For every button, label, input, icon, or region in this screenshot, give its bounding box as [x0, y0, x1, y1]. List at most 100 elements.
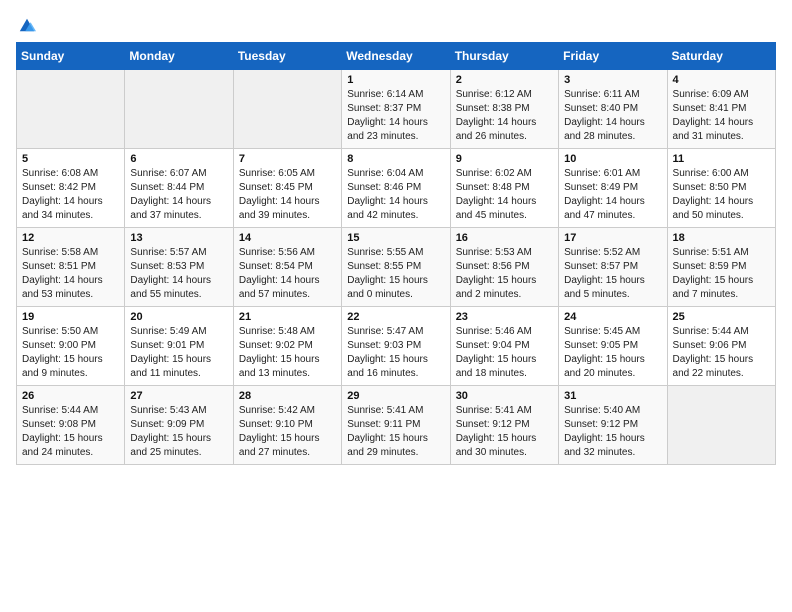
calendar-cell: 13 Sunrise: 5:57 AMSunset: 8:53 PMDayligh…	[125, 228, 233, 307]
column-header-friday: Friday	[559, 43, 667, 70]
calendar-cell: 27 Sunrise: 5:43 AMSunset: 9:09 PMDayligh…	[125, 386, 233, 465]
calendar-cell: 5Sunrise: 6:08 AMSunset: 8:42 PMDaylight…	[17, 149, 125, 228]
calendar-cell: 20Sunrise: 5:49 AMSunset: 9:01 PMDayligh…	[125, 307, 233, 386]
day-number: 31	[564, 390, 661, 402]
day-info: Sunrise: 5:53 AMSunset: 8:56 PMDaylight:…	[456, 246, 553, 302]
day-number: 21	[239, 311, 336, 323]
day-info: Sunrise: 6:04 AMSunset: 8:46 PMDaylight:…	[347, 167, 444, 223]
day-info: Sunrise: 5:44 AMSunset: 9:06 PMDaylight:…	[673, 325, 770, 381]
day-info: Sunrise: 5:45 AMSunset: 9:05 PMDaylight:…	[564, 325, 661, 381]
calendar-cell: 31 Sunrise: 5:40 AMSunset: 9:12 PMDayligh…	[559, 386, 667, 465]
column-header-monday: Monday	[125, 43, 233, 70]
day-info: Sunrise: 5:51 AMSunset: 8:59 PMDaylight:…	[673, 246, 770, 302]
calendar-cell: 8 Sunrise: 6:04 AMSunset: 8:46 PMDaylight…	[342, 149, 450, 228]
day-number: 29	[347, 390, 444, 402]
day-info: Sunrise: 6:02 AMSunset: 8:48 PMDaylight:…	[456, 167, 553, 223]
day-number: 24	[564, 311, 661, 323]
day-info: Sunrise: 5:56 AMSunset: 8:54 PMDaylight:…	[239, 246, 336, 302]
day-info: Sunrise: 5:55 AMSunset: 8:55 PMDaylight:…	[347, 246, 444, 302]
day-number: 30	[456, 390, 553, 402]
day-number: 20	[130, 311, 227, 323]
calendar-cell: 19 Sunrise: 5:50 AMSunset: 9:00 PMDayligh…	[17, 307, 125, 386]
day-number: 14	[239, 232, 336, 244]
calendar-cell: 21 Sunrise: 5:48 AMSunset: 9:02 PMDayligh…	[233, 307, 341, 386]
day-number: 18	[673, 232, 770, 244]
calendar-cell: 12 Sunrise: 5:58 AMSunset: 8:51 PMDayligh…	[17, 228, 125, 307]
logo	[16, 16, 36, 30]
calendar-cell: 1 Sunrise: 6:14 AMSunset: 8:37 PMDaylight…	[342, 70, 450, 149]
day-info: Sunrise: 6:11 AMSunset: 8:40 PMDaylight:…	[564, 88, 661, 144]
day-number: 2	[456, 74, 553, 86]
calendar-table: SundayMondayTuesdayWednesdayThursdayFrid…	[16, 42, 776, 465]
day-info: Sunrise: 5:41 AMSunset: 9:11 PMDaylight:…	[347, 404, 444, 460]
day-info: Sunrise: 6:12 AMSunset: 8:38 PMDaylight:…	[456, 88, 553, 144]
day-info: Sunrise: 5:57 AMSunset: 8:53 PMDaylight:…	[130, 246, 227, 302]
day-number: 6	[130, 153, 227, 165]
logo-icon	[18, 16, 36, 34]
calendar-cell: 17 Sunrise: 5:52 AMSunset: 8:57 PMDayligh…	[559, 228, 667, 307]
day-info: Sunrise: 5:40 AMSunset: 9:12 PMDaylight:…	[564, 404, 661, 460]
day-info: Sunrise: 6:07 AMSunset: 8:44 PMDaylight:…	[130, 167, 227, 223]
calendar-cell: 9 Sunrise: 6:02 AMSunset: 8:48 PMDaylight…	[450, 149, 558, 228]
calendar-cell: 14 Sunrise: 5:56 AMSunset: 8:54 PMDayligh…	[233, 228, 341, 307]
day-info: Sunrise: 6:00 AMSunset: 8:50 PMDaylight:…	[673, 167, 770, 223]
day-info: Sunrise: 5:52 AMSunset: 8:57 PMDaylight:…	[564, 246, 661, 302]
calendar-week-row: 19 Sunrise: 5:50 AMSunset: 9:00 PMDayligh…	[17, 307, 776, 386]
calendar-cell: 23Sunrise: 5:46 AMSunset: 9:04 PMDayligh…	[450, 307, 558, 386]
day-number: 17	[564, 232, 661, 244]
calendar-cell: 26Sunrise: 5:44 AMSunset: 9:08 PMDayligh…	[17, 386, 125, 465]
day-info: Sunrise: 5:41 AMSunset: 9:12 PMDaylight:…	[456, 404, 553, 460]
column-header-saturday: Saturday	[667, 43, 775, 70]
calendar-cell: 24 Sunrise: 5:45 AMSunset: 9:05 PMDayligh…	[559, 307, 667, 386]
day-number: 8	[347, 153, 444, 165]
calendar-cell: 2 Sunrise: 6:12 AMSunset: 8:38 PMDaylight…	[450, 70, 558, 149]
day-info: Sunrise: 6:05 AMSunset: 8:45 PMDaylight:…	[239, 167, 336, 223]
calendar-week-row: 26Sunrise: 5:44 AMSunset: 9:08 PMDayligh…	[17, 386, 776, 465]
calendar-cell: 15 Sunrise: 5:55 AMSunset: 8:55 PMDayligh…	[342, 228, 450, 307]
column-header-wednesday: Wednesday	[342, 43, 450, 70]
day-number: 13	[130, 232, 227, 244]
day-number: 27	[130, 390, 227, 402]
day-info: Sunrise: 5:47 AMSunset: 9:03 PMDaylight:…	[347, 325, 444, 381]
day-info: Sunrise: 6:09 AMSunset: 8:41 PMDaylight:…	[673, 88, 770, 144]
calendar-cell: 11Sunrise: 6:00 AMSunset: 8:50 PMDayligh…	[667, 149, 775, 228]
day-info: Sunrise: 5:43 AMSunset: 9:09 PMDaylight:…	[130, 404, 227, 460]
calendar-week-row: 12 Sunrise: 5:58 AMSunset: 8:51 PMDayligh…	[17, 228, 776, 307]
calendar-cell: 3Sunrise: 6:11 AMSunset: 8:40 PMDaylight…	[559, 70, 667, 149]
day-info: Sunrise: 5:50 AMSunset: 9:00 PMDaylight:…	[22, 325, 119, 381]
day-number: 28	[239, 390, 336, 402]
calendar-cell: 16 Sunrise: 5:53 AMSunset: 8:56 PMDayligh…	[450, 228, 558, 307]
calendar-week-row: 5Sunrise: 6:08 AMSunset: 8:42 PMDaylight…	[17, 149, 776, 228]
calendar-cell	[233, 70, 341, 149]
day-number: 7	[239, 153, 336, 165]
calendar-cell: 30 Sunrise: 5:41 AMSunset: 9:12 PMDayligh…	[450, 386, 558, 465]
day-number: 19	[22, 311, 119, 323]
day-number: 22	[347, 311, 444, 323]
calendar-cell: 25 Sunrise: 5:44 AMSunset: 9:06 PMDayligh…	[667, 307, 775, 386]
calendar-cell: 28Sunrise: 5:42 AMSunset: 9:10 PMDayligh…	[233, 386, 341, 465]
day-info: Sunrise: 6:01 AMSunset: 8:49 PMDaylight:…	[564, 167, 661, 223]
day-number: 25	[673, 311, 770, 323]
column-header-tuesday: Tuesday	[233, 43, 341, 70]
calendar-cell: 29 Sunrise: 5:41 AMSunset: 9:11 PMDayligh…	[342, 386, 450, 465]
day-number: 10	[564, 153, 661, 165]
day-number: 16	[456, 232, 553, 244]
day-number: 1	[347, 74, 444, 86]
calendar-cell: 22 Sunrise: 5:47 AMSunset: 9:03 PMDayligh…	[342, 307, 450, 386]
calendar-cell: 10 Sunrise: 6:01 AMSunset: 8:49 PMDayligh…	[559, 149, 667, 228]
day-number: 23	[456, 311, 553, 323]
day-info: Sunrise: 6:08 AMSunset: 8:42 PMDaylight:…	[22, 167, 119, 223]
page-header	[16, 16, 776, 30]
day-number: 4	[673, 74, 770, 86]
calendar-week-row: 1 Sunrise: 6:14 AMSunset: 8:37 PMDaylight…	[17, 70, 776, 149]
day-info: Sunrise: 5:58 AMSunset: 8:51 PMDaylight:…	[22, 246, 119, 302]
day-number: 12	[22, 232, 119, 244]
day-number: 26	[22, 390, 119, 402]
calendar-cell: 6 Sunrise: 6:07 AMSunset: 8:44 PMDaylight…	[125, 149, 233, 228]
day-number: 9	[456, 153, 553, 165]
day-number: 15	[347, 232, 444, 244]
day-info: Sunrise: 5:48 AMSunset: 9:02 PMDaylight:…	[239, 325, 336, 381]
column-header-sunday: Sunday	[17, 43, 125, 70]
day-info: Sunrise: 6:14 AMSunset: 8:37 PMDaylight:…	[347, 88, 444, 144]
calendar-header-row: SundayMondayTuesdayWednesdayThursdayFrid…	[17, 43, 776, 70]
